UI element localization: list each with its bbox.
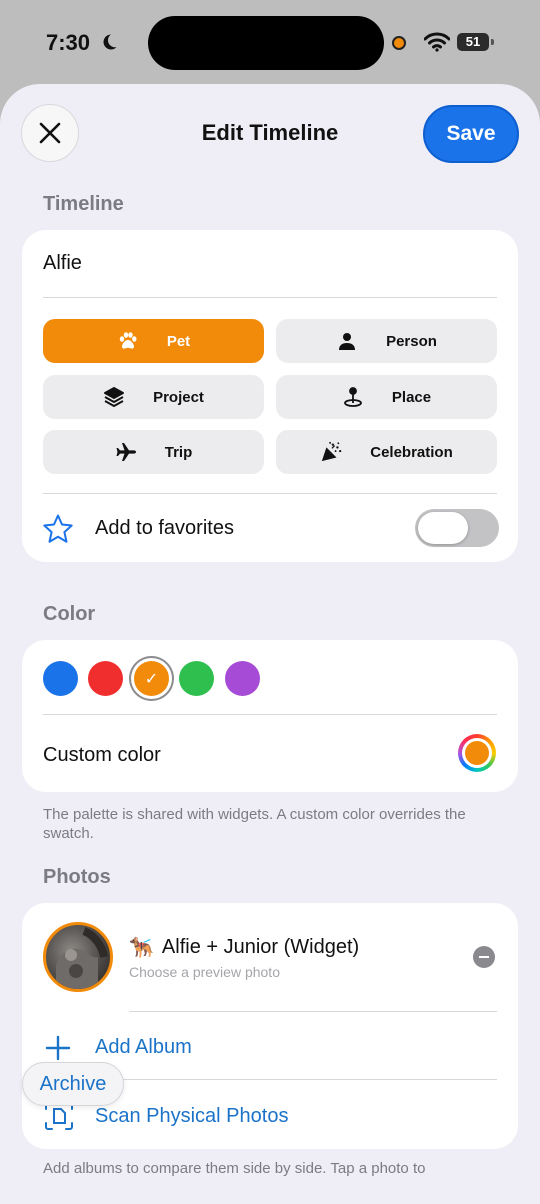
favorites-toggle[interactable] — [415, 509, 499, 547]
swatch-green[interactable] — [179, 661, 214, 696]
photos-card: 🐕‍🦺 Alfie + Junior (Widget) Choose a pre… — [22, 903, 518, 1149]
photos-section-label: Photos — [43, 866, 111, 888]
recording-indicator-icon — [392, 36, 406, 50]
edit-timeline-sheet: Edit Timeline Save Timeline Alfie Pet Pe… — [0, 84, 540, 1204]
timeline-section-label: Timeline — [43, 193, 124, 215]
moon-icon — [100, 33, 118, 56]
type-celebration-label: Celebration — [370, 443, 453, 461]
archive-button[interactable]: Archive — [22, 1062, 124, 1106]
custom-color-swatch — [465, 741, 489, 765]
checkmark-icon: ✓ — [144, 670, 159, 688]
album-title-text: Alfie + Junior (Widget) — [161, 936, 360, 958]
layers-icon — [103, 386, 125, 408]
toggle-knob — [418, 512, 468, 544]
wifi-icon — [423, 32, 451, 57]
type-project-label: Project — [153, 388, 204, 406]
status-bar: 7:30 51 — [0, 0, 540, 88]
type-person-label: Person — [386, 332, 437, 350]
star-icon — [42, 513, 74, 550]
dog-emoji-icon: 🐕‍🦺 — [129, 937, 154, 959]
person-icon — [336, 330, 358, 352]
album-title: 🐕‍🦺 Alfie + Junior (Widget) — [129, 935, 359, 960]
photos-footnote: Add albums to compare them side by side.… — [43, 1160, 426, 1177]
divider — [43, 493, 497, 494]
dynamic-island — [148, 16, 384, 70]
color-card: ✓ Custom color — [22, 640, 518, 792]
airplane-icon — [115, 441, 137, 463]
type-pet-label: Pet — [166, 332, 191, 350]
type-person-button[interactable]: Person — [276, 319, 497, 363]
type-place-label: Place — [391, 388, 432, 406]
album-preview-photo[interactable] — [43, 922, 113, 992]
color-section-label: Color — [43, 603, 96, 625]
type-trip-button[interactable]: Trip — [43, 430, 264, 474]
swatch-red[interactable] — [88, 661, 123, 696]
divider — [43, 714, 497, 715]
add-album-button[interactable]: Add Album — [95, 1036, 192, 1059]
remove-album-button[interactable] — [473, 946, 495, 968]
type-celebration-button[interactable]: Celebration — [276, 430, 497, 474]
divider — [43, 297, 497, 298]
status-time: 7:30 — [46, 30, 91, 55]
type-place-button[interactable]: Place — [276, 375, 497, 419]
color-footnote: The palette is shared with widgets. A cu… — [43, 806, 466, 842]
scan-physical-photos-button[interactable]: Scan Physical Photos — [95, 1105, 288, 1128]
custom-color-label: Custom color — [43, 744, 161, 766]
type-project-button[interactable]: Project — [43, 375, 264, 419]
save-button[interactable]: Save — [423, 105, 519, 163]
map-pin-icon — [342, 386, 364, 408]
type-pet-button[interactable]: Pet — [43, 319, 264, 363]
favorites-label: Add to favorites — [95, 517, 234, 539]
divider — [95, 1079, 497, 1080]
scan-document-icon — [44, 1101, 74, 1136]
type-trip-label: Trip — [164, 443, 193, 461]
swatch-orange[interactable]: ✓ — [134, 661, 169, 696]
album-subtitle: Choose a preview photo — [129, 964, 280, 980]
divider — [129, 1011, 497, 1012]
swatch-purple[interactable] — [225, 661, 260, 696]
party-popper-icon — [320, 441, 342, 463]
swatch-blue[interactable] — [43, 661, 78, 696]
timeline-card: Alfie Pet Person Project Place Trip Cele… — [22, 230, 518, 562]
custom-color-picker[interactable] — [458, 734, 496, 772]
timeline-name-field[interactable]: Alfie — [43, 252, 82, 275]
battery-icon: 51 — [457, 33, 494, 51]
paw-icon — [117, 330, 139, 352]
